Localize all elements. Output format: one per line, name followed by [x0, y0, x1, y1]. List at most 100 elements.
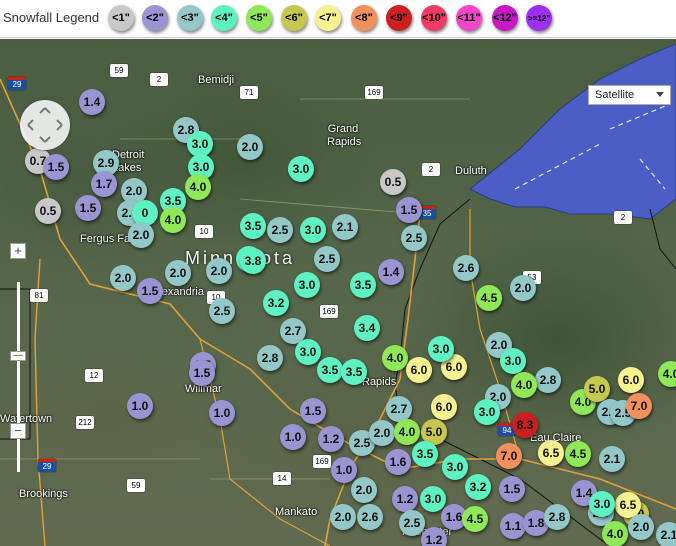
snowfall-marker[interactable]: 1.5	[189, 360, 215, 386]
snowfall-marker[interactable]: 2.0	[165, 260, 191, 286]
snowfall-marker[interactable]: 1.4	[79, 89, 105, 115]
zoom-out-button[interactable]: −	[10, 423, 26, 439]
snowfall-marker[interactable]: 2.8	[535, 367, 561, 393]
snowfall-marker[interactable]: 4.0	[394, 419, 420, 445]
snowfall-marker[interactable]: 1.2	[318, 426, 344, 452]
snowfall-marker[interactable]: 2.1	[332, 214, 358, 240]
snowfall-marker[interactable]: 3.5	[341, 359, 367, 385]
snowfall-marker[interactable]: 3.2	[263, 290, 289, 316]
snowfall-marker[interactable]: 1.5	[43, 154, 69, 180]
snowfall-marker[interactable]: 2.0	[369, 420, 395, 446]
snowfall-marker[interactable]: 3.4	[354, 315, 380, 341]
snowfall-marker[interactable]: 1.5	[499, 476, 525, 502]
map-type-select[interactable]: Satellite	[588, 85, 671, 105]
snowfall-marker[interactable]: 2.0	[628, 514, 654, 540]
snowfall-marker[interactable]: 4.0	[382, 345, 408, 371]
snowfall-marker[interactable]: 1.5	[396, 197, 422, 223]
snowfall-marker[interactable]: 2.0	[351, 477, 377, 503]
snowfall-marker[interactable]: 3.0	[420, 486, 446, 512]
legend-swatch[interactable]: >=12"	[526, 5, 552, 31]
legend-swatch[interactable]: <3"	[177, 5, 203, 31]
snowfall-marker[interactable]: 3.0	[294, 272, 320, 298]
snowfall-marker[interactable]: 4.5	[476, 285, 502, 311]
snowfall-marker[interactable]: 4.0	[602, 521, 628, 546]
legend-swatch[interactable]: <6"	[281, 5, 307, 31]
snowfall-marker[interactable]: 3.0	[288, 156, 314, 182]
snowfall-marker[interactable]: 1.7	[91, 171, 117, 197]
snowfall-marker[interactable]: 3.0	[589, 491, 615, 517]
snowfall-marker[interactable]: 3.8	[240, 248, 266, 274]
snowfall-marker[interactable]: 3.0	[428, 336, 454, 362]
snowfall-marker[interactable]: 3.0	[300, 217, 326, 243]
snowfall-marker[interactable]: 2.1	[599, 446, 625, 472]
snowfall-marker[interactable]: 2.5	[399, 510, 425, 536]
legend-swatch[interactable]: <10"	[421, 5, 447, 31]
snowfall-marker[interactable]: 0.5	[380, 169, 406, 195]
snowfall-marker[interactable]: 2.6	[453, 255, 479, 281]
snowfall-marker[interactable]: 6.5	[538, 440, 564, 466]
snowfall-marker[interactable]: 1.5	[75, 195, 101, 221]
snowfall-marker[interactable]: 2.6	[357, 504, 383, 530]
snowfall-marker[interactable]: 3.2	[465, 474, 491, 500]
snowfall-marker[interactable]: 3.5	[317, 357, 343, 383]
snowfall-marker[interactable]: 1.0	[280, 424, 306, 450]
snowfall-marker[interactable]: 7.0	[626, 393, 652, 419]
snowfall-marker[interactable]: 2.5	[314, 246, 340, 272]
snowfall-marker[interactable]: 3.0	[474, 399, 500, 425]
snowfall-marker[interactable]: 2.0	[510, 275, 536, 301]
snowfall-marker[interactable]: 2.0	[128, 222, 154, 248]
legend-swatch[interactable]: <1"	[108, 5, 134, 31]
snowfall-marker[interactable]: 6.0	[406, 357, 432, 383]
legend-swatch[interactable]: <8"	[351, 5, 377, 31]
snowfall-marker[interactable]: 3.5	[350, 272, 376, 298]
snowfall-marker[interactable]: 6.0	[431, 394, 457, 420]
zoom-in-button[interactable]: +	[10, 243, 26, 259]
zoom-slider-handle[interactable]: —	[10, 351, 26, 361]
legend-swatch[interactable]: <5"	[246, 5, 272, 31]
snowfall-marker[interactable]: 8.3	[512, 412, 538, 438]
snowfall-marker[interactable]: 2.8	[544, 504, 570, 530]
snowfall-marker[interactable]: 1.0	[209, 400, 235, 426]
snowfall-marker[interactable]: 3.5	[412, 441, 438, 467]
snowfall-marker[interactable]: 4.0	[160, 207, 186, 233]
snowfall-marker[interactable]: 7.0	[496, 443, 522, 469]
snowfall-marker[interactable]: 2.5	[401, 225, 427, 251]
snowfall-marker[interactable]: 2.5	[209, 298, 235, 324]
snowfall-marker[interactable]: 1.0	[331, 457, 357, 483]
snowfall-marker[interactable]: 1.0	[127, 393, 153, 419]
pan-control[interactable]	[20, 100, 70, 150]
snowfall-marker[interactable]: 2.0	[110, 265, 136, 291]
snowfall-marker[interactable]: 1.2	[421, 527, 447, 546]
snowfall-marker[interactable]: 4.0	[185, 174, 211, 200]
snowfall-marker[interactable]: 5.0	[584, 376, 610, 402]
legend-swatch[interactable]: <11"	[456, 5, 482, 31]
snowfall-marker[interactable]: 4.0	[511, 372, 537, 398]
snowfall-marker[interactable]: 6.0	[618, 367, 644, 393]
snowfall-marker[interactable]: 3.0	[500, 348, 526, 374]
snowfall-marker[interactable]: 1.4	[378, 259, 404, 285]
zoom-slider-track[interactable]	[17, 282, 20, 472]
snowfall-marker[interactable]: 2.1	[656, 522, 676, 546]
snowfall-marker[interactable]: 1.6	[385, 449, 411, 475]
snowfall-marker[interactable]: 3.0	[442, 454, 468, 480]
snowfall-marker[interactable]: 2.0	[237, 134, 263, 160]
legend-swatch[interactable]: <2"	[142, 5, 168, 31]
snowfall-marker[interactable]: 1.5	[300, 398, 326, 424]
snowfall-marker[interactable]: 3.0	[295, 339, 321, 365]
legend-swatch[interactable]: <4"	[211, 5, 237, 31]
snowfall-marker[interactable]: 4.5	[565, 441, 591, 467]
snowfall-marker[interactable]: 2.0	[330, 504, 356, 530]
snowfall-marker[interactable]: 4.5	[462, 506, 488, 532]
snowfall-marker[interactable]: 1.5	[137, 278, 163, 304]
snowfall-marker[interactable]: 2.5	[267, 217, 293, 243]
snowfall-marker[interactable]: 2.8	[257, 345, 283, 371]
map-canvas[interactable]: Bemidji Grand Rapids Detroit Lakes Dulut…	[0, 39, 676, 546]
snowfall-marker[interactable]: 2.0	[206, 258, 232, 284]
legend-swatch[interactable]: <12"	[492, 5, 518, 31]
snowfall-marker[interactable]: 1.1	[500, 513, 526, 539]
snowfall-marker[interactable]: 0.5	[35, 198, 61, 224]
legend-swatch[interactable]: <9"	[386, 5, 412, 31]
legend-swatch[interactable]: <7"	[315, 5, 341, 31]
snowfall-marker[interactable]: 1.2	[392, 486, 418, 512]
snowfall-marker[interactable]: 3.5	[240, 213, 266, 239]
